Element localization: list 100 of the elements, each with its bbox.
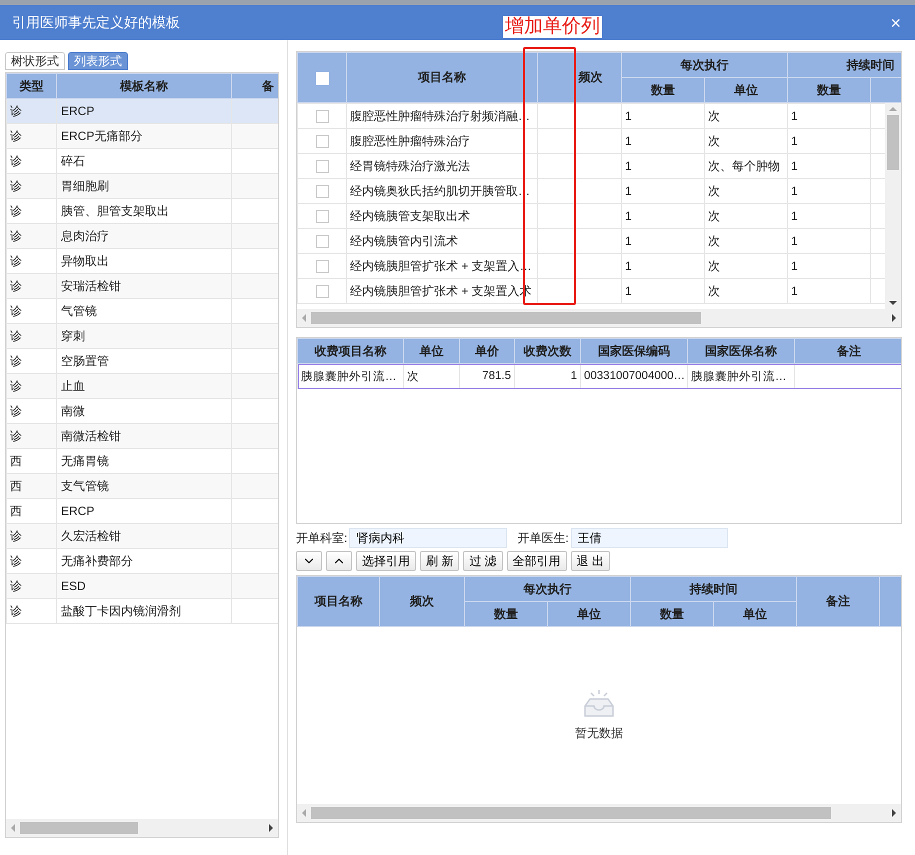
template-row[interactable]: 诊 安瑞活检钳 (6, 274, 278, 298)
template-row[interactable]: 诊 息肉治疗 (6, 224, 278, 248)
table-cell: 诊 (6, 398, 56, 424)
table-cell: 次 (704, 228, 788, 254)
table-cell: 诊 (6, 148, 56, 174)
table-cell: ERCP (56, 98, 232, 124)
column-header: 收费项目名称 (298, 338, 404, 364)
template-row[interactable]: 诊 气管镜 (6, 298, 278, 324)
template-row[interactable]: 诊 止血 (6, 374, 278, 398)
row-checkbox[interactable] (316, 110, 328, 124)
column-header: 国家医保名称 (688, 338, 794, 364)
table-cell: 无痛胃镜 (56, 448, 232, 474)
template-row[interactable]: 诊 盐酸丁卡因内镜润滑剂 (6, 598, 278, 624)
row-checkbox[interactable] (316, 210, 328, 224)
table-cell (232, 498, 278, 524)
table-cell (232, 248, 278, 274)
template-row[interactable]: 诊 穿刺 (6, 324, 278, 348)
text-field[interactable]: 肾病内科 (349, 528, 508, 548)
scrollbar-thumb[interactable] (887, 115, 899, 170)
table-cell: 1 (788, 204, 870, 228)
column-header: 每次执行 (622, 52, 788, 78)
table-cell (232, 548, 278, 574)
template-row[interactable]: 西 ERCP (6, 498, 278, 524)
table-cell (232, 448, 278, 474)
template-row[interactable]: 诊 ESD (6, 574, 278, 598)
column-header: 单位 (714, 602, 796, 626)
table-cell: 1 (622, 254, 704, 278)
select-all-checkbox[interactable] (316, 72, 328, 85)
row-checkbox[interactable] (316, 135, 328, 148)
table-cell (232, 224, 278, 248)
table-cell (232, 398, 278, 424)
table-cell: 南微 (56, 398, 232, 424)
table-cell: 西 (6, 448, 56, 474)
template-row[interactable]: 诊 碎石 (6, 148, 278, 174)
action-button[interactable]: 全部引用 (506, 551, 567, 571)
row-checkbox[interactable] (316, 185, 328, 198)
row-checkbox[interactable] (316, 260, 328, 274)
scrollbar-thumb[interactable] (20, 822, 138, 834)
table-cell: 胰腺囊肿外引流… (688, 364, 794, 388)
table-cell: 穿刺 (56, 324, 232, 348)
table-cell: 次 (704, 178, 788, 204)
table-cell: 胰腺囊肿外引流… (298, 364, 404, 388)
table-cell: 诊 (6, 324, 56, 348)
table-cell: 经内镜胰管支架取出术 (346, 204, 538, 228)
template-row[interactable]: 诊 无痛补费部分 (6, 548, 278, 574)
template-row[interactable]: 诊 空肠置管 (6, 348, 278, 374)
column-header: 单位 (548, 602, 630, 626)
template-row[interactable]: 西 支气管镜 (6, 474, 278, 498)
scrollbar-thumb[interactable] (311, 807, 831, 819)
template-row[interactable]: 诊 南微 (6, 398, 278, 424)
row-checkbox[interactable] (316, 235, 328, 248)
table-cell: 诊 (6, 274, 56, 298)
template-row[interactable]: 诊 胃细胞刷 (6, 174, 278, 198)
column-header: 数量 (464, 602, 548, 626)
horizontal-scrollbar[interactable] (6, 819, 278, 837)
text-field[interactable]: 王倩 (570, 528, 728, 548)
table-cell: 1 (788, 104, 870, 128)
action-button[interactable]: 过 滤 (463, 551, 503, 571)
column-header: 收费次数 (514, 338, 580, 364)
table-cell: 诊 (6, 224, 56, 248)
horizontal-scrollbar[interactable] (297, 804, 901, 822)
template-row[interactable]: 西 无痛胃镜 (6, 448, 278, 474)
table-cell: 次 (704, 104, 788, 128)
template-row[interactable]: 诊 异物取出 (6, 248, 278, 274)
scrollbar-thumb[interactable] (311, 312, 701, 324)
action-button[interactable]: 刷 新 (420, 551, 460, 571)
action-button[interactable]: 退 出 (570, 551, 610, 571)
close-button[interactable]: × (890, 14, 901, 32)
table-cell: 诊 (6, 424, 56, 448)
scroll-arrow-icon[interactable] (268, 823, 274, 833)
column-header: 类型 (6, 74, 56, 98)
horizontal-scrollbar[interactable] (297, 309, 901, 327)
row-checkbox[interactable] (316, 160, 328, 174)
template-row[interactable]: 诊 久宏活检钳 (6, 524, 278, 548)
table-cell (232, 274, 278, 298)
vertical-scrollbar[interactable] (885, 103, 901, 309)
column-header: 项目名称 (346, 52, 538, 102)
table-cell: 腹腔恶性肿瘤特殊治疗 (346, 128, 538, 154)
table-cell: 1 (622, 204, 704, 228)
scroll-arrow-icon[interactable] (891, 808, 897, 818)
move-up-button[interactable] (326, 551, 352, 571)
template-row[interactable]: 诊 南微活检钳 (6, 424, 278, 448)
table-cell (232, 174, 278, 198)
table-cell (232, 424, 278, 448)
view-tab[interactable]: 树状形式 (5, 52, 65, 70)
table-cell: 诊 (6, 174, 56, 198)
table-cell: 次 (704, 128, 788, 154)
table-cell: 1 (788, 254, 870, 278)
template-row[interactable]: 诊 ERCP (6, 98, 278, 124)
table-cell: 1 (622, 178, 704, 204)
table-cell (232, 348, 278, 374)
action-button[interactable]: 选择引用 (356, 551, 416, 571)
charge-row[interactable]: 胰腺囊肿外引流… 次 781.5 1 00331007004000… 胰腺囊肿外引流… (298, 364, 901, 388)
column-header: 备注 (794, 338, 901, 364)
template-row[interactable]: 诊 ERCP无痛部分 (6, 124, 278, 148)
table-cell: 久宏活检钳 (56, 524, 232, 548)
move-down-button[interactable] (296, 551, 322, 571)
table-cell: ESD (56, 574, 232, 598)
row-checkbox[interactable] (316, 285, 328, 298)
template-row[interactable]: 诊 胰管、胆管支架取出 (6, 198, 278, 224)
